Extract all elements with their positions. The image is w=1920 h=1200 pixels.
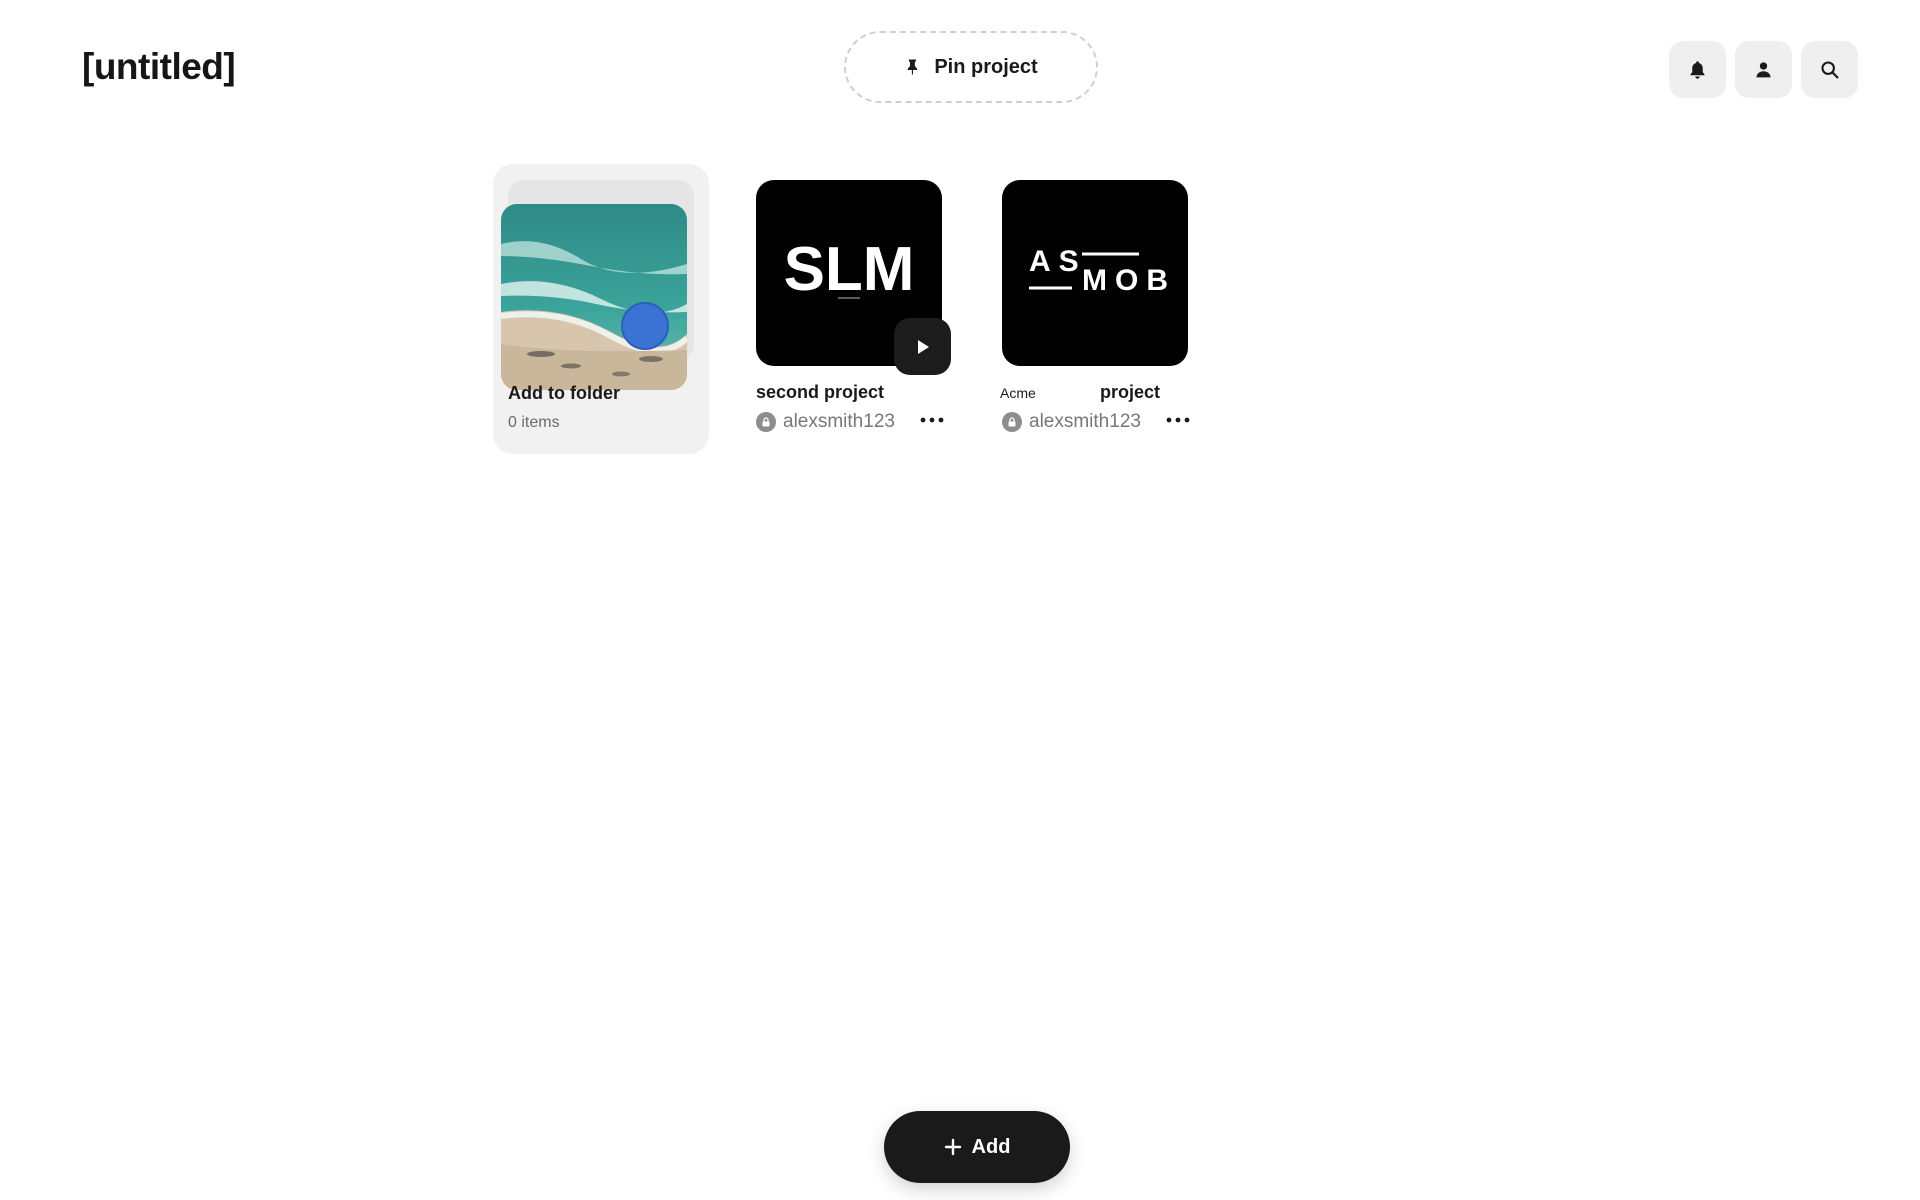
svg-text:AS: AS xyxy=(1029,245,1087,278)
project-title: project xyxy=(1100,382,1161,402)
more-options-button[interactable] xyxy=(918,409,946,431)
more-horizontal-icon xyxy=(1166,417,1190,423)
pin-icon xyxy=(908,59,918,75)
search-button[interactable] xyxy=(1801,41,1858,98)
lock-icon xyxy=(756,412,776,432)
pin-project-label: Pin project xyxy=(934,55,1038,78)
search-icon xyxy=(1821,61,1839,79)
add-to-folder-card[interactable]: Add to folder 0 items xyxy=(493,164,709,454)
asmob-logo: AS MOB xyxy=(1029,245,1176,297)
add-button[interactable]: Add xyxy=(884,1111,1070,1183)
project-thumbnail[interactable]: AS MOB xyxy=(1002,180,1188,366)
add-label: Add xyxy=(971,1135,1011,1158)
project-card: SLM second project alexsmith123 xyxy=(756,180,951,440)
pin-project-button[interactable]: Pin project xyxy=(844,31,1098,103)
folder-item-count: 0 items xyxy=(508,414,560,431)
user-icon xyxy=(1756,62,1771,78)
more-options-button[interactable] xyxy=(1164,409,1192,431)
svg-text:MOB: MOB xyxy=(1082,264,1176,297)
owner-name: alexsmith123 xyxy=(1029,411,1141,432)
folder-thumbnail-beach-image xyxy=(501,204,687,390)
lock-icon xyxy=(1002,412,1022,432)
project-owner: alexsmith123 xyxy=(756,411,895,433)
project-owner: alexsmith123 xyxy=(1002,411,1141,433)
owner-name: alexsmith123 xyxy=(783,411,895,432)
project-title: second project xyxy=(756,382,885,402)
top-bar: [untitled] Pin project xyxy=(0,0,1920,118)
page-title: [untitled] xyxy=(82,46,236,87)
bell-icon xyxy=(1690,61,1705,79)
project-brand-label: Acme xyxy=(1000,385,1036,401)
profile-button[interactable] xyxy=(1735,41,1792,98)
more-horizontal-icon xyxy=(920,417,944,423)
project-card: AS MOB Acme project alexsmith123 xyxy=(1000,180,1190,440)
folder-title: Add to folder xyxy=(508,383,620,403)
play-icon xyxy=(917,339,929,354)
svg-text:SLM: SLM xyxy=(784,235,915,304)
plus-icon xyxy=(944,1138,961,1156)
play-button[interactable] xyxy=(894,318,951,375)
notifications-button[interactable] xyxy=(1669,41,1726,98)
